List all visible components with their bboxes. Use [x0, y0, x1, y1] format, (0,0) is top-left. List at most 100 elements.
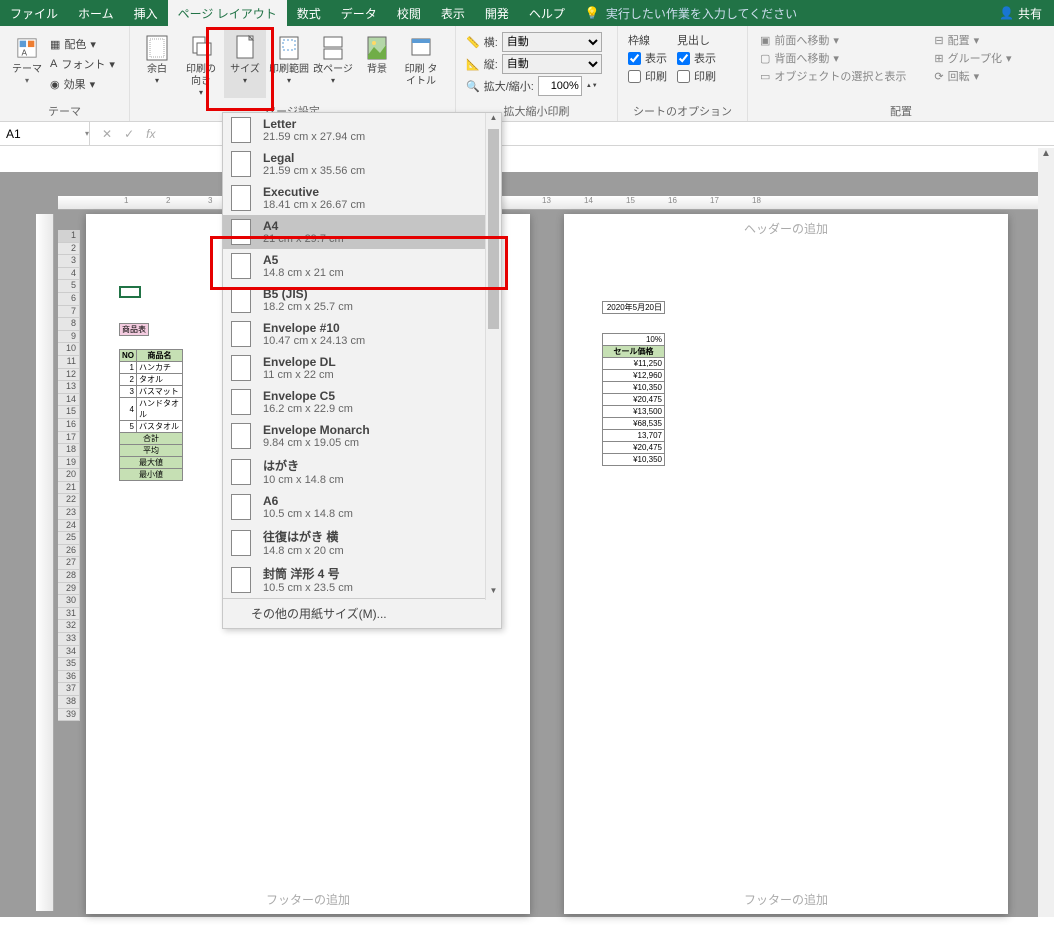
tab-view[interactable]: 表示	[431, 0, 475, 26]
row-header[interactable]: 6	[58, 293, 80, 306]
tab-insert[interactable]: 挿入	[124, 0, 168, 26]
tellme-search[interactable]: 💡実行したい作業を入力してください	[575, 0, 987, 26]
page-preview-2[interactable]: ヘッダーの追加 2020年5月20日 10% セール価格 ¥11,250 ¥12…	[564, 214, 1008, 914]
theme-colors-button[interactable]: ▦配色 ▾	[50, 36, 115, 52]
row-header[interactable]: 23	[58, 507, 80, 520]
scale-zoom-input[interactable]	[538, 76, 582, 96]
size-option-b5-jis-[interactable]: B5 (JIS)18.2 cm x 25.7 cm	[223, 283, 501, 317]
row-header[interactable]: 19	[58, 457, 80, 470]
scroll-down-icon[interactable]: ▼	[486, 586, 501, 600]
header-placeholder[interactable]: ヘッダーの追加	[564, 214, 1008, 243]
row-header[interactable]: 18	[58, 444, 80, 457]
send-backward-button[interactable]: ▢ 背面へ移動 ▾	[760, 50, 906, 66]
scroll-up-icon[interactable]: ▲	[1038, 148, 1054, 164]
scale-width-select[interactable]: 自動	[502, 32, 602, 52]
size-option-legal[interactable]: Legal21.59 cm x 35.56 cm	[223, 147, 501, 181]
row-header[interactable]: 17	[58, 432, 80, 445]
tab-file[interactable]: ファイル	[0, 0, 68, 26]
row-header[interactable]: 29	[58, 583, 80, 596]
theme-fonts-button[interactable]: Aフォント ▾	[50, 56, 115, 72]
print-titles-button[interactable]: 印刷 タイトル	[400, 30, 442, 98]
size-option-a4[interactable]: A421 cm x 29.7 cm	[223, 215, 501, 249]
row-header[interactable]: 34	[58, 646, 80, 659]
row-header[interactable]: 10	[58, 343, 80, 356]
scroll-up-icon[interactable]: ▲	[486, 113, 501, 127]
row-header[interactable]: 11	[58, 356, 80, 369]
gridlines-print-checkbox[interactable]: 印刷	[628, 68, 667, 84]
size-option-executive[interactable]: Executive18.41 cm x 26.67 cm	[223, 181, 501, 215]
themes-button[interactable]: A テーマ▾	[6, 30, 48, 98]
row-header[interactable]: 26	[58, 545, 80, 558]
size-option-envelope-dl[interactable]: Envelope DL11 cm x 22 cm	[223, 351, 501, 385]
row-header[interactable]: 12	[58, 369, 80, 382]
tab-help[interactable]: ヘルプ	[519, 0, 575, 26]
print-area-button[interactable]: 印刷範囲▾	[268, 30, 310, 98]
row-header[interactable]: 35	[58, 658, 80, 671]
row-header[interactable]: 16	[58, 419, 80, 432]
row-header[interactable]: 24	[58, 520, 80, 533]
size-option--[interactable]: はがき10 cm x 14.8 cm	[223, 453, 501, 490]
breaks-button[interactable]: 改ページ▾	[312, 30, 354, 98]
headings-print-checkbox[interactable]: 印刷	[677, 68, 716, 84]
row-header[interactable]: 32	[58, 620, 80, 633]
margins-button[interactable]: 余白▾	[136, 30, 178, 98]
vertical-scrollbar[interactable]: ▲	[1038, 148, 1054, 917]
row-header[interactable]: 36	[58, 671, 80, 684]
tab-home[interactable]: ホーム	[68, 0, 124, 26]
row-header[interactable]: 22	[58, 494, 80, 507]
row-header[interactable]: 13	[58, 381, 80, 394]
size-option-a6[interactable]: A610.5 cm x 14.8 cm	[223, 490, 501, 524]
row-header[interactable]: 3	[58, 255, 80, 268]
size-option-letter[interactable]: Letter21.59 cm x 27.94 cm	[223, 113, 501, 147]
size-option-envelope-10[interactable]: Envelope #1010.47 cm x 24.13 cm	[223, 317, 501, 351]
row-header[interactable]: 33	[58, 633, 80, 646]
size-option--[interactable]: 往復はがき 横14.8 cm x 20 cm	[223, 524, 501, 561]
row-header[interactable]: 30	[58, 595, 80, 608]
align-button[interactable]: ⊟ 配置 ▾	[934, 32, 1011, 48]
row-header[interactable]: 20	[58, 469, 80, 482]
row-header[interactable]: 21	[58, 482, 80, 495]
dropdown-scrollbar[interactable]: ▲ ▼	[485, 113, 501, 600]
tab-data[interactable]: データ	[331, 0, 387, 26]
size-option-a5[interactable]: A514.8 cm x 21 cm	[223, 249, 501, 283]
size-option-envelope-monarch[interactable]: Envelope Monarch9.84 cm x 19.05 cm	[223, 419, 501, 453]
more-paper-sizes[interactable]: その他の用紙サイズ(M)...	[223, 598, 501, 628]
row-header[interactable]: 37	[58, 683, 80, 696]
row-header[interactable]: 2	[58, 243, 80, 256]
scroll-thumb[interactable]	[488, 129, 499, 329]
tab-review[interactable]: 校閲	[387, 0, 431, 26]
selection-pane-button[interactable]: ▭ オブジェクトの選択と表示	[760, 68, 906, 84]
size-option--4-[interactable]: 封筒 洋形 4 号10.5 cm x 23.5 cm	[223, 561, 501, 598]
bring-forward-button[interactable]: ▣ 前面へ移動 ▾	[760, 32, 906, 48]
row-header[interactable]: 5	[58, 280, 80, 293]
row-header[interactable]: 27	[58, 557, 80, 570]
row-header[interactable]: 38	[58, 696, 80, 709]
theme-effects-button[interactable]: ◉効果 ▾	[50, 76, 115, 92]
row-header[interactable]: 4	[58, 268, 80, 281]
row-header[interactable]: 7	[58, 306, 80, 319]
background-button[interactable]: 背景	[356, 30, 398, 98]
row-header[interactable]: 15	[58, 406, 80, 419]
row-header[interactable]: 8	[58, 318, 80, 331]
group-button[interactable]: ⊞ グループ化 ▾	[934, 50, 1011, 66]
tab-formulas[interactable]: 数式	[287, 0, 331, 26]
footer-placeholder[interactable]: フッターの追加	[564, 891, 1008, 908]
row-header[interactable]: 28	[58, 570, 80, 583]
row-header[interactable]: 25	[58, 532, 80, 545]
enter-icon[interactable]: ✓	[124, 127, 134, 141]
share-button[interactable]: 👤共有	[987, 0, 1054, 26]
row-header[interactable]: 9	[58, 331, 80, 344]
active-cell[interactable]	[119, 286, 141, 298]
footer-placeholder[interactable]: フッターの追加	[86, 891, 530, 908]
headings-show-checkbox[interactable]: 表示	[677, 50, 716, 66]
size-option-envelope-c5[interactable]: Envelope C516.2 cm x 22.9 cm	[223, 385, 501, 419]
cancel-icon[interactable]: ✕	[102, 127, 112, 141]
fx-icon[interactable]: fx	[146, 127, 155, 141]
rotate-button[interactable]: ⟳ 回転 ▾	[934, 68, 1011, 84]
tab-developer[interactable]: 開発	[475, 0, 519, 26]
scale-height-select[interactable]: 自動	[502, 54, 602, 74]
row-header[interactable]: 14	[58, 394, 80, 407]
gridlines-show-checkbox[interactable]: 表示	[628, 50, 667, 66]
tab-pagelayout[interactable]: ページ レイアウト	[168, 0, 287, 26]
row-header[interactable]: 31	[58, 608, 80, 621]
